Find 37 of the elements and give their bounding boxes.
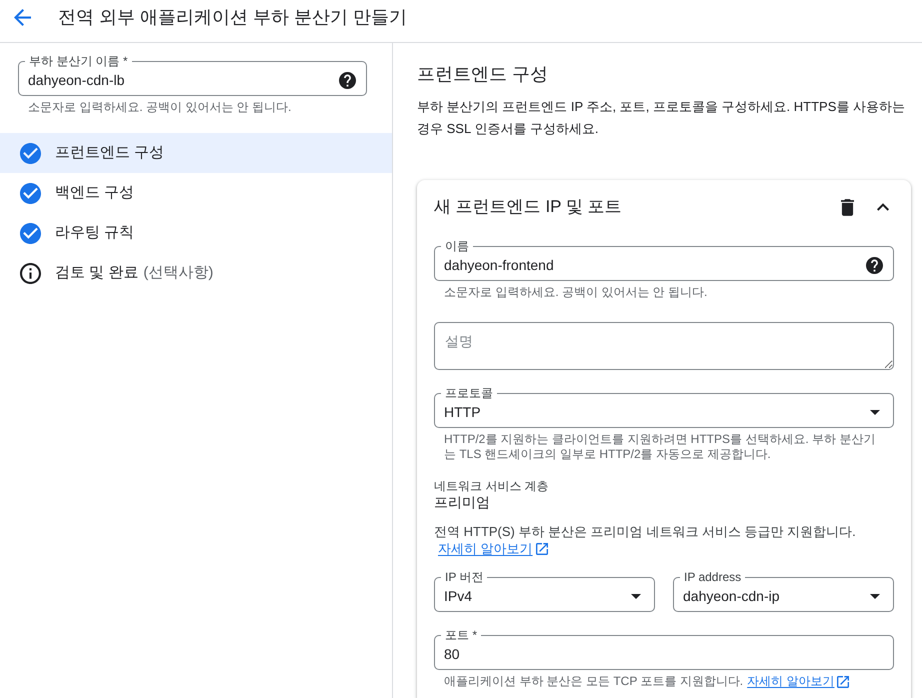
external-link-icon xyxy=(837,676,850,688)
learn-more-link[interactable]: 자세히 알아보기 xyxy=(747,674,850,689)
text-field[interactable]: 이름 dahyeon-frontend xyxy=(434,239,894,281)
trash-icon xyxy=(840,198,854,216)
help-icon[interactable] xyxy=(339,72,356,88)
field-label: IP 버전 xyxy=(444,570,484,584)
section-heading: 프런트엔드 구성 xyxy=(417,63,550,86)
dropdown-select[interactable]: 프로토콜 HTTP xyxy=(434,386,894,428)
caret-down-icon xyxy=(870,410,880,414)
hint-text: 애플리케이션 부하 분산은 모든 TCP 포트를 지원합니다. 자세히 알아보기 xyxy=(434,674,894,689)
text-field[interactable]: 부하 분산기 이름 * dahyeon-cdn-lb xyxy=(18,54,367,96)
hint-text: 소문자로 입력하세요. 공백이 있어서는 안 됩니다. xyxy=(27,100,292,115)
field-label: 이름 xyxy=(444,239,470,253)
caret-down-icon xyxy=(870,594,880,598)
section-description: 부하 분산기의 프런트엔드 IP 주소, 포트, 프로토콜을 구성하세요. HTTPS를 사용하는 경우 SSL 인증서를 구성하세요. xyxy=(417,98,906,138)
page-title: 전역 외부 애플리케이션 부하 분산기 만들기 xyxy=(58,6,408,29)
dropdown-select[interactable]: IP address dahyeon-cdn-ip xyxy=(673,570,894,612)
caret-down-icon xyxy=(631,594,641,598)
card-title: 새 프런트엔드 IP 및 포트 xyxy=(434,196,623,218)
field-label: 네트워크 서비스 계층 xyxy=(434,478,549,494)
field-label: 포트 * xyxy=(444,628,478,642)
hint-text: 소문자로 입력하세요. 공백이 있어서는 안 됩니다. xyxy=(443,285,708,300)
text-field[interactable]: 포트 * 80 xyxy=(434,628,894,670)
notice-text: 전역 HTTP(S) 부하 분산은 프리미엄 네트워크 서비스 등급만 지원합니다. 자세히 알아보기 xyxy=(434,523,857,557)
description-field[interactable]: 설명 xyxy=(434,322,894,370)
hint-text: HTTP/2를 지원하는 클라이언트를 지원하려면 HTTPS를 선택하세요. 부하 분산기는 TLS 핸드셰이크의 일부로 HTTP/2를 자동으로 제공합니다. xyxy=(443,432,876,462)
help-icon[interactable] xyxy=(866,256,883,274)
learn-more-link[interactable]: 자세히 알아보기 xyxy=(438,540,548,557)
field-label: IP address xyxy=(683,570,742,584)
step-item[interactable]: 프런트엔드 구성 xyxy=(0,133,392,173)
field-label: 프로토콜 xyxy=(444,386,494,400)
external-link-icon xyxy=(536,542,548,554)
back-arrow-icon[interactable] xyxy=(14,8,31,26)
dropdown-select[interactable]: IP 버전 IPv4 xyxy=(434,570,655,612)
chevron-up-icon xyxy=(877,203,889,211)
field-value: 프리미엄 xyxy=(434,494,490,510)
field-label: 부하 분산기 이름 * xyxy=(28,54,129,68)
